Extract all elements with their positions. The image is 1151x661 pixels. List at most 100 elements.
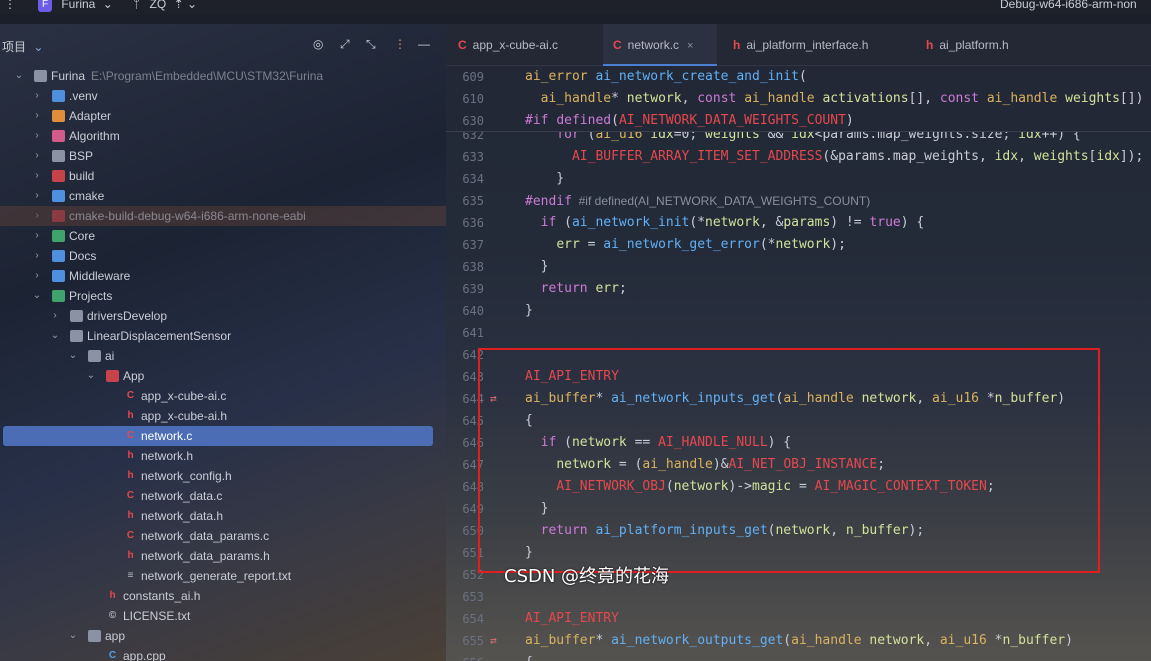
tree-item[interactable]: © LICENSE.txt (0, 606, 446, 626)
locate-file-icon[interactable]: ◎ (313, 37, 323, 51)
code-line[interactable]: 641 (446, 322, 1151, 344)
tree-item[interactable]: ⌄ LinearDisplacementSensor (0, 326, 446, 346)
tree-item[interactable]: › build (0, 166, 446, 186)
tree-item[interactable]: › cmake (0, 186, 446, 206)
line-number[interactable]: 630 (446, 110, 484, 132)
line-number[interactable]: 653 (446, 586, 484, 608)
chevron-down-icon[interactable]: ⌄ (85, 366, 97, 386)
code-text[interactable]: ai_error ai_network_create_and_init( (525, 66, 807, 88)
chevron-right-icon[interactable]: › (31, 126, 43, 146)
line-number[interactable]: 641 (446, 322, 484, 344)
tree-item[interactable]: › Adapter (0, 106, 446, 126)
options-icon[interactable]: ⋮ (394, 37, 406, 51)
line-number[interactable]: 639 (446, 278, 484, 300)
chevron-right-icon[interactable]: › (31, 146, 43, 166)
tree-item-selected[interactable]: Cnetwork.c (0, 426, 446, 446)
line-number[interactable]: 656 (446, 652, 484, 661)
tree-item[interactable]: ⌄ Furina E:\Program\Embedded\MCU\STM32\Fur… (0, 66, 446, 86)
tree-item[interactable]: h network_config.h (0, 466, 446, 486)
code-text[interactable]: ai_buffer* ai_network_outputs_get(ai_han… (525, 630, 1073, 652)
tab-app-x-cube-ai-c[interactable]: Capp_x-cube-ai.c (458, 24, 603, 66)
tree-item[interactable]: h network_data_params.h (0, 546, 446, 566)
tab-ai-platform-h[interactable]: h ai_platform.h (926, 24, 1046, 66)
chevron-down-icon[interactable]: ⌄ (13, 66, 25, 86)
code-line[interactable]: 610 ai_handle* network, const ai_handle … (446, 88, 1151, 110)
code-text[interactable]: #endif #if defined(AI_NETWORK_DATA_WEIGH… (525, 190, 870, 213)
close-icon[interactable]: × (687, 40, 693, 52)
tree-item[interactable]: › BSP (0, 146, 446, 166)
expand-all-icon[interactable]: ⤢ (340, 37, 350, 52)
code-text[interactable]: ai_handle* network, const ai_handle acti… (525, 88, 1144, 110)
chevron-right-icon[interactable]: › (31, 266, 43, 286)
line-number[interactable]: 636 (446, 212, 484, 234)
tab-network-c[interactable]: Cnetwork.c × (603, 24, 717, 66)
tree-item[interactable]: Capp.cpp (0, 646, 446, 661)
code-line[interactable]: 640} (446, 300, 1151, 322)
tree-item[interactable]: ⌄ Projects (0, 286, 446, 306)
tree-item[interactable]: › .venv (0, 86, 446, 106)
code-line[interactable]: 655 ⇄ ai_buffer* ai_network_outputs_get(ai… (446, 630, 1151, 652)
collapse-all-icon[interactable]: ⤡ (366, 37, 376, 52)
tree-item[interactable]: › Docs (0, 246, 446, 266)
tree-item[interactable]: ⌄ App (0, 366, 446, 386)
code-text[interactable]: } (525, 256, 549, 278)
tree-item[interactable]: › Core (0, 226, 446, 246)
code-line[interactable]: 637 err = ai_network_get_error(*network)… (446, 234, 1151, 256)
code-text[interactable]: #if defined(AI_NETWORK_DATA_WEIGHTS_COUN… (525, 110, 854, 132)
line-number[interactable]: 610 (446, 88, 484, 110)
chevron-right-icon[interactable]: › (31, 246, 43, 266)
chevron-right-icon[interactable]: › (31, 106, 43, 126)
line-number[interactable]: 654 (446, 608, 484, 630)
code-line[interactable]: 634 } (446, 168, 1151, 190)
tree-item[interactable]: h app_x-cube-ai.h (0, 406, 446, 426)
tree-item[interactable]: h network_data.h (0, 506, 446, 526)
code-line[interactable]: 633 AI_BUFFER_ARRAY_ITEM_SET_ADDRESS(&pa… (446, 146, 1151, 168)
hide-panel-icon[interactable]: — (418, 37, 430, 51)
tree-item[interactable]: Cnetwork_data.c (0, 486, 446, 506)
tree-item[interactable]: Cnetwork_data_params.c (0, 526, 446, 546)
code-text[interactable]: if (ai_network_init(*network, &params) !… (525, 212, 925, 234)
chevron-down-icon[interactable]: ⌄ (31, 286, 43, 306)
main-menu-icon[interactable]: ⋮ (4, 0, 16, 10)
chevron-right-icon[interactable]: › (49, 306, 61, 326)
line-number[interactable]: 640 (446, 300, 484, 322)
run-configuration[interactable]: Debug-w64-i686-arm-non (1000, 0, 1137, 10)
tree-item[interactable]: ⌄ ai (0, 346, 446, 366)
code-line[interactable]: 638 } (446, 256, 1151, 278)
chevron-right-icon[interactable]: › (31, 186, 43, 206)
line-number[interactable]: 633 (446, 146, 484, 168)
line-number[interactable]: 634 (446, 168, 484, 190)
navigate-declaration-icon[interactable]: ⇄ (490, 630, 510, 652)
branch-switcher[interactable]: ᛘ ZQ ⇡ ⌄ (133, 0, 197, 10)
code-text[interactable]: return err; (525, 278, 627, 300)
code-line[interactable]: 636 if (ai_network_init(*network, &param… (446, 212, 1151, 234)
code-line[interactable]: 656 { (446, 652, 1151, 661)
chevron-down-icon[interactable]: ⌄ (67, 346, 79, 366)
line-number[interactable]: 637 (446, 234, 484, 256)
code-line[interactable]: 653 (446, 586, 1151, 608)
project-view-selector[interactable]: 项目 ⌄ (2, 38, 43, 55)
line-number[interactable]: 635 (446, 190, 484, 212)
sticky-scroll-header[interactable]: 609 ai_error ai_network_create_and_init(6… (446, 66, 1151, 132)
tree-item[interactable]: › Algorithm (0, 126, 446, 146)
tree-item[interactable]: › Middleware (0, 266, 446, 286)
tree-item[interactable]: h network.h (0, 446, 446, 466)
chevron-right-icon[interactable]: › (31, 166, 43, 186)
code-text[interactable]: { (525, 652, 533, 661)
code-line[interactable]: 635 #endif #if defined(AI_NETWORK_DATA_WE… (446, 190, 1151, 212)
code-line[interactable]: 630 #if defined(AI_NETWORK_DATA_WEIGHTS_C… (446, 110, 1151, 132)
tree-item[interactable]: h constants_ai.h (0, 586, 446, 606)
line-number[interactable]: 638 (446, 256, 484, 278)
tree-item[interactable]: › cmake-build-debug-w64-i686-arm-none-eab… (0, 206, 446, 226)
chevron-right-icon[interactable]: › (31, 206, 43, 226)
code-text[interactable]: AI_API_ENTRY (525, 608, 619, 630)
project-switcher[interactable]: F Furina ⌄ (38, 0, 113, 12)
code-text[interactable]: err = ai_network_get_error(*network); (525, 234, 846, 256)
code-line[interactable]: 609 ai_error ai_network_create_and_init( (446, 66, 1151, 88)
code-text[interactable]: AI_BUFFER_ARRAY_ITEM_SET_ADDRESS(&params… (525, 146, 1143, 168)
tree-item[interactable]: ⌄ app (0, 626, 446, 646)
chevron-down-icon[interactable]: ⌄ (49, 326, 61, 346)
line-number[interactable]: 655 (446, 630, 484, 652)
chevron-down-icon[interactable]: ⌄ (67, 626, 79, 646)
code-text[interactable]: } (525, 168, 564, 190)
